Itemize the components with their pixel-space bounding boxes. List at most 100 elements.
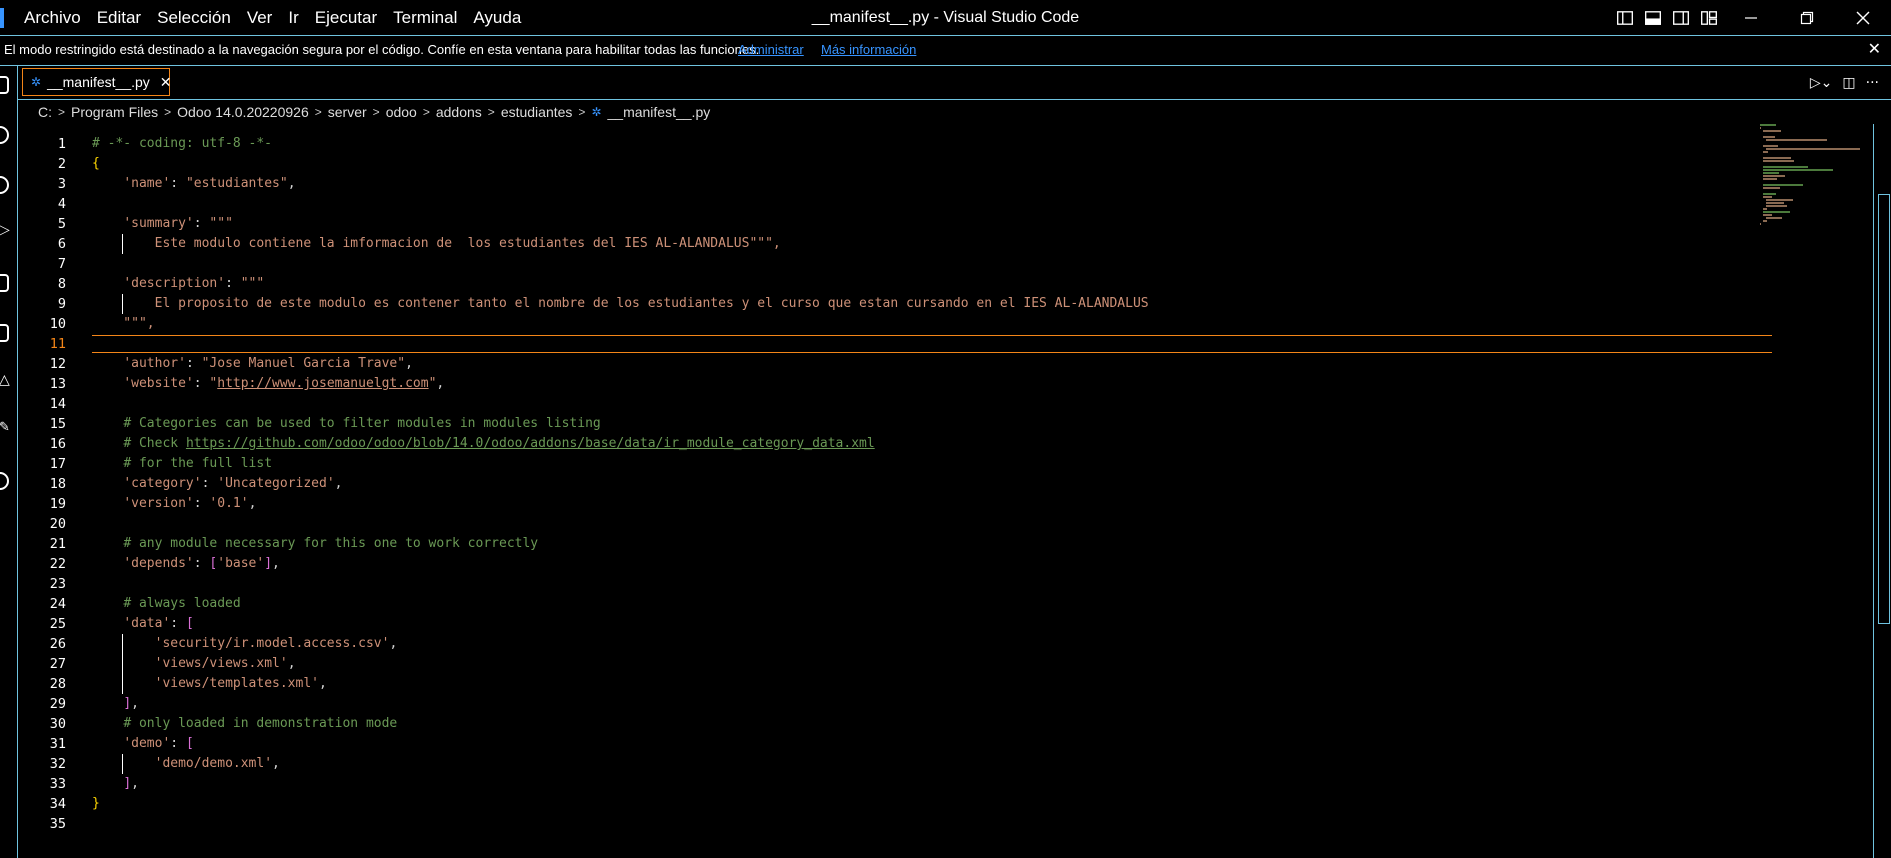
close-tab-icon[interactable]: ✕ (160, 74, 172, 91)
testing-icon[interactable]: △ (0, 372, 10, 392)
minimap-line (1762, 166, 1809, 168)
code-line[interactable]: 15 # Categories can be used to filter mo… (18, 414, 1758, 434)
code-line[interactable]: 33 ], (18, 774, 1758, 794)
code-editor[interactable]: 1 # -*- coding: utf-8 -*- 2{3 'name': "est… (18, 124, 1873, 858)
banner-message: El modo restringido está destinado a la … (4, 42, 760, 57)
menu-selection[interactable]: Selección (149, 8, 239, 28)
breadcrumb: C: > Program Files > Odoo 14.0.20220926 > s… (18, 100, 1891, 124)
line-number: 29 (49, 696, 66, 712)
breadcrumb-drive[interactable]: C: (38, 104, 52, 120)
source-control-icon[interactable] (0, 176, 9, 194)
code-line[interactable]: 12 'author': "Jose Manuel Garcia Trave", (18, 354, 1758, 374)
code-line[interactable]: 30 # only loaded in demonstration mode (18, 714, 1758, 734)
code-line[interactable]: 29 ], (18, 694, 1758, 714)
menu-help[interactable]: Ayuda (465, 8, 529, 28)
run-python-file-icon[interactable]: ▷⌄ (1810, 75, 1833, 91)
code-line[interactable]: 27 'views/views.xml', (18, 654, 1758, 674)
code-line[interactable]: 2{ (18, 154, 1758, 174)
manage-link[interactable]: Administrar (738, 36, 804, 64)
code-line[interactable]: 23 (18, 574, 1758, 594)
minimap-line (1762, 136, 1776, 138)
minimize-icon[interactable] (1723, 0, 1779, 36)
code-line[interactable]: 24 # always loaded (18, 594, 1758, 614)
code-line[interactable]: 28 'views/templates.xml', (18, 674, 1758, 694)
code-line[interactable]: 16 # Check https://github.com/odoo/odoo/… (18, 434, 1758, 454)
code-line[interactable]: 25 'data': [ (18, 614, 1758, 634)
search-icon[interactable] (0, 126, 9, 144)
split-editor-icon[interactable]: ◫ (1842, 75, 1855, 91)
code-line[interactable]: 22 'depends': ['base'], (18, 554, 1758, 574)
accounts-icon[interactable] (0, 472, 9, 490)
line-number: 26 (49, 636, 66, 652)
code-line[interactable]: 17 # for the full list (18, 454, 1758, 474)
toggle-primary-sidebar-icon[interactable] (1614, 0, 1636, 36)
breadcrumb-server[interactable]: server (328, 104, 367, 120)
minimap-line (1762, 172, 1779, 174)
code-line[interactable]: 19 'version': '0.1', (18, 494, 1758, 514)
vertical-scrollbar[interactable] (1873, 124, 1891, 858)
line-number: 19 (49, 496, 66, 512)
more-info-link[interactable]: Más información (821, 36, 916, 64)
code-text: # Categories can be used to filter modul… (123, 416, 601, 431)
code-line[interactable]: 20 (18, 514, 1758, 534)
close-banner-icon[interactable]: ✕ (1868, 36, 1881, 64)
customize-layout-icon[interactable] (1698, 0, 1720, 36)
breadcrumb-addons[interactable]: addons (436, 104, 482, 120)
line-number: 10 (49, 316, 66, 332)
breadcrumb-estudiantes[interactable]: estudiantes (501, 104, 573, 120)
breadcrumb-separator-icon: > (314, 105, 322, 119)
extensions-icon[interactable] (0, 324, 9, 342)
code-line[interactable]: 9 El proposito de este modulo es contene… (18, 294, 1758, 314)
breadcrumb-program-files[interactable]: Program Files (71, 104, 158, 120)
menu-go[interactable]: Ir (280, 8, 306, 28)
menu-terminal[interactable]: Terminal (385, 8, 465, 28)
scrollbar-thumb[interactable] (1878, 194, 1890, 624)
code-text: 'summary': """ (123, 216, 233, 231)
close-window-icon[interactable] (1835, 0, 1891, 36)
code-line[interactable]: 7 (18, 254, 1758, 274)
menu-run[interactable]: Ejecutar (307, 8, 385, 28)
menu-edit[interactable]: Editar (89, 8, 149, 28)
line-number: 12 (49, 356, 66, 372)
explorer-icon[interactable] (0, 76, 9, 94)
minimap-line (1762, 187, 1780, 189)
restore-icon[interactable] (1779, 0, 1835, 36)
minimap[interactable] (1760, 124, 1870, 225)
code-line[interactable]: 3 'name': "estudiantes", (18, 174, 1758, 194)
toggle-secondary-sidebar-icon[interactable] (1670, 0, 1692, 36)
line-number: 9 (57, 296, 66, 312)
tools-icon[interactable]: ✎ (0, 420, 10, 440)
code-line[interactable]: 1 # -*- coding: utf-8 -*- (18, 134, 1758, 154)
code-line[interactable]: 31 'demo': [ (18, 734, 1758, 754)
minimap-line (1760, 223, 1761, 225)
code-line[interactable]: 8 'description': """ (18, 274, 1758, 294)
code-line[interactable]: 26 'security/ir.model.access.csv', (18, 634, 1758, 654)
line-number: 3 (57, 176, 66, 192)
code-line[interactable]: 21 # any module necessary for this one t… (18, 534, 1758, 554)
vscode-logo-icon (0, 8, 4, 28)
code-line[interactable]: 4 (18, 194, 1758, 214)
breadcrumb-odoo[interactable]: odoo (386, 104, 417, 120)
code-line[interactable]: 14 (18, 394, 1758, 414)
run-debug-icon[interactable]: ▷ (0, 222, 10, 242)
line-number: 7 (57, 256, 66, 272)
toggle-panel-icon[interactable] (1642, 0, 1664, 36)
code-line[interactable]: 18 'category': 'Uncategorized', (18, 474, 1758, 494)
breadcrumb-odoo-version[interactable]: Odoo 14.0.20220926 (177, 104, 309, 120)
code-line[interactable]: 13 'website': "http://www.josemanuelgt.c… (18, 374, 1758, 394)
code-line[interactable]: 10 """, (18, 314, 1758, 334)
code-line[interactable]: 34} (18, 794, 1758, 814)
code-text: # for the full list (123, 456, 273, 471)
code-line[interactable]: 5 'summary': """ (18, 214, 1758, 234)
code-line[interactable]: 35 (18, 814, 1758, 834)
menu-view[interactable]: Ver (239, 8, 281, 28)
code-text: 'category': 'Uncategorized', (123, 476, 343, 491)
remote-explorer-icon[interactable] (0, 274, 9, 292)
breadcrumb-file[interactable]: __manifest__.py (608, 104, 711, 120)
tab-manifest[interactable]: ✲ __manifest__.py ✕ (22, 68, 172, 96)
activity-bar: ▷ △ ✎ (0, 66, 18, 858)
code-line[interactable]: 32 'demo/demo.xml', (18, 754, 1758, 774)
menu-file[interactable]: Archivo (16, 8, 89, 28)
code-line[interactable]: 6 Este modulo contiene la imformacion de… (18, 234, 1758, 254)
more-actions-icon[interactable]: ··· (1866, 75, 1879, 91)
